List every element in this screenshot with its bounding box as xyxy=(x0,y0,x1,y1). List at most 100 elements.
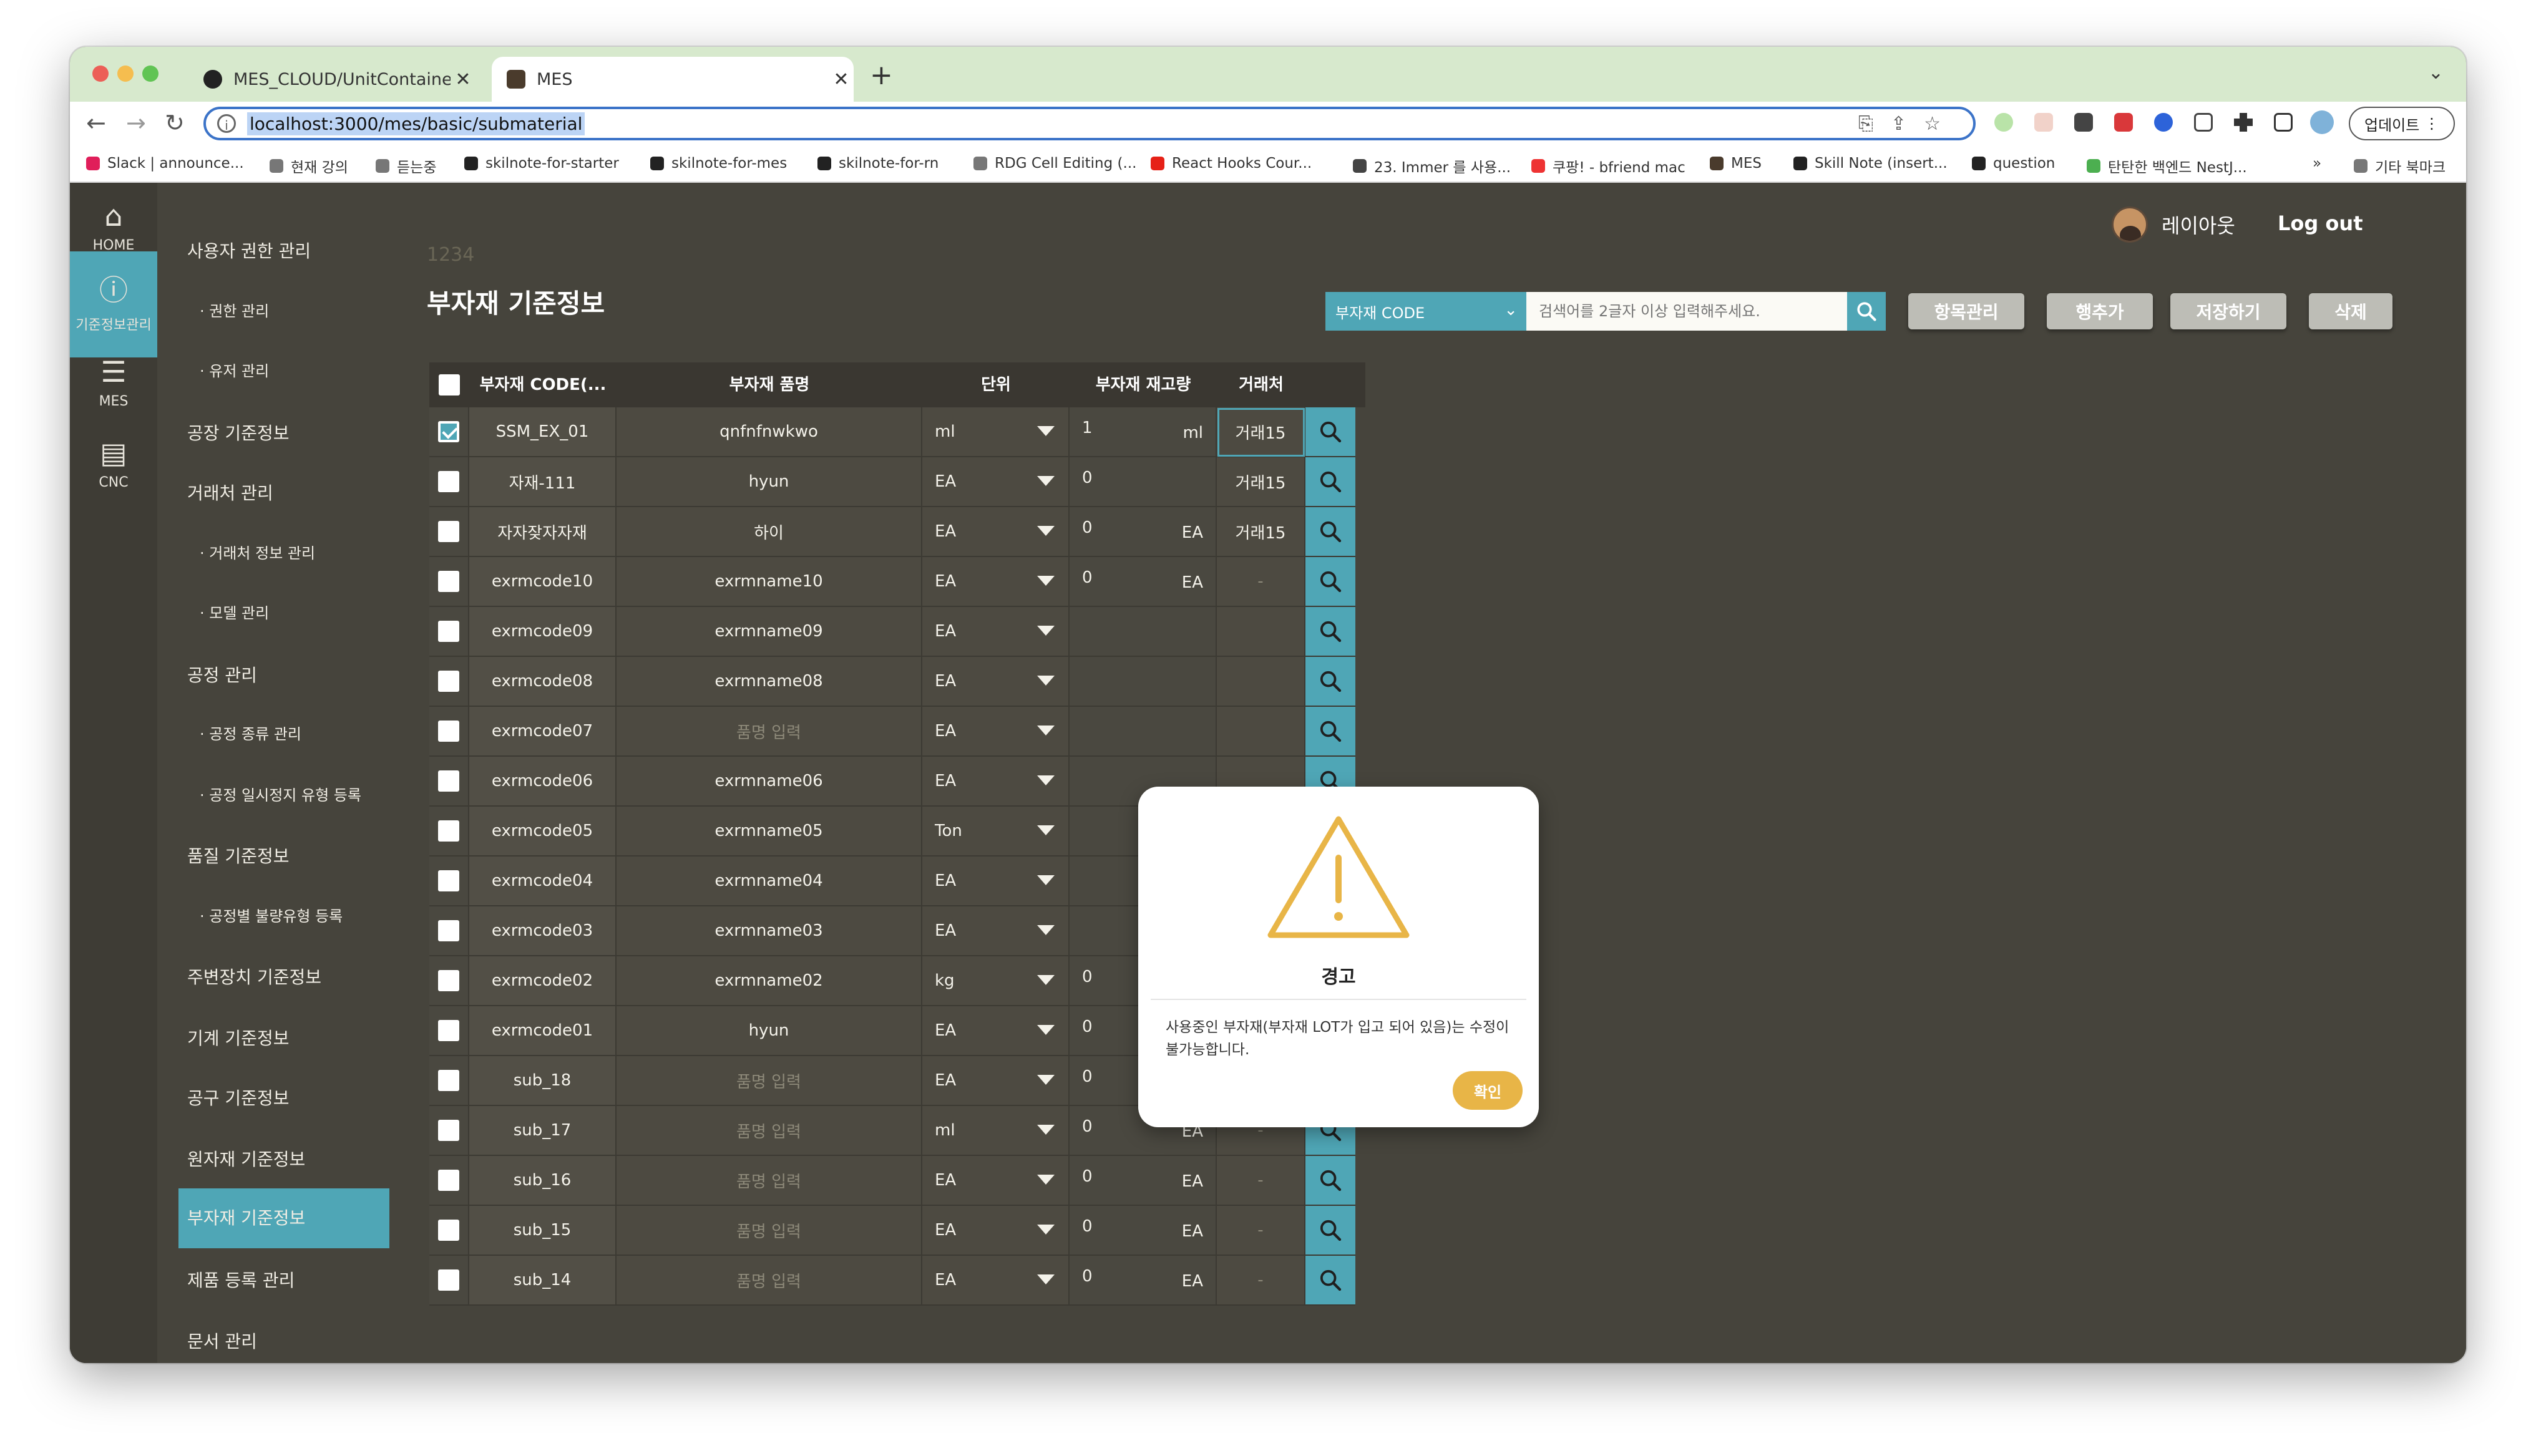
maximize-window-button[interactable] xyxy=(142,66,158,82)
code-cell[interactable]: exrmcode04 xyxy=(469,857,617,906)
side-menu-item[interactable]: · 모델 관리 xyxy=(200,601,269,623)
vendor-search-button[interactable] xyxy=(1305,707,1355,757)
side-menu-item[interactable]: 공정 관리 xyxy=(187,662,257,687)
column-header-code[interactable]: 부자재 CODE(... xyxy=(469,362,617,407)
row-checkbox[interactable] xyxy=(438,621,459,642)
side-panel-icon[interactable] xyxy=(2274,113,2293,132)
column-header-vendor[interactable]: 거래처 xyxy=(1217,362,1305,407)
table-row[interactable]: 자자잦자자재 하이 EA 0 EA 거래15 xyxy=(429,507,1365,557)
side-menu-item[interactable]: 기계 기준정보 xyxy=(187,1025,289,1050)
row-checkbox[interactable] xyxy=(438,970,459,991)
row-checkbox[interactable] xyxy=(438,870,459,891)
code-cell[interactable]: sub_14 xyxy=(469,1256,617,1306)
code-cell[interactable]: exrmcode01 xyxy=(469,1006,617,1056)
stock-cell[interactable] xyxy=(1070,707,1217,757)
row-checkbox[interactable] xyxy=(438,1170,459,1191)
name-cell[interactable]: 품명 입력 xyxy=(617,1256,922,1306)
address-bar[interactable]: i localhost:3000/mes/basic/submaterial ⎘… xyxy=(203,107,1976,140)
extensions-puzzle-icon[interactable] xyxy=(2234,113,2253,132)
vendor-cell[interactable] xyxy=(1217,657,1305,707)
code-cell[interactable]: exrmcode07 xyxy=(469,707,617,757)
search-type-select[interactable]: 부자재 CODE ⌄ xyxy=(1325,292,1526,331)
row-checkbox[interactable] xyxy=(438,1269,459,1291)
column-header-unit[interactable]: 단위 xyxy=(922,362,1070,407)
back-icon[interactable]: ← xyxy=(86,109,106,137)
column-header-stock[interactable]: 부자재 재고량 xyxy=(1070,362,1217,407)
search-input[interactable] xyxy=(1526,292,1847,331)
table-row[interactable]: exrmcode08 exrmname08 EA xyxy=(429,657,1365,707)
name-cell[interactable]: 하이 xyxy=(617,507,922,557)
vendor-cell[interactable] xyxy=(1217,607,1305,657)
bookmark-item[interactable]: RDG Cell Editing (... xyxy=(973,155,1136,172)
vendor-search-button[interactable] xyxy=(1305,1156,1355,1206)
name-cell[interactable]: 품명 입력 xyxy=(617,707,922,757)
vendor-cell[interactable]: 거래15 xyxy=(1217,457,1305,507)
row-checkbox[interactable] xyxy=(438,421,459,442)
code-cell[interactable]: SSM_EX_01 xyxy=(469,407,617,457)
extension-icon[interactable] xyxy=(2074,113,2093,132)
code-cell[interactable]: sub_15 xyxy=(469,1206,617,1256)
bookmark-item[interactable]: 23. Immer 를 사용... xyxy=(1353,155,1511,177)
vendor-search-button[interactable] xyxy=(1305,607,1355,657)
bookmark-item[interactable]: 현재 강의 xyxy=(270,155,348,177)
name-cell[interactable]: exrmname10 xyxy=(617,557,922,607)
extension-icon[interactable] xyxy=(2194,113,2213,132)
unit-select[interactable]: EA xyxy=(922,457,1070,507)
side-menu-item[interactable]: 공구 기준정보 xyxy=(187,1085,289,1110)
row-checkbox[interactable] xyxy=(438,1220,459,1241)
extension-icon[interactable] xyxy=(2034,113,2053,132)
code-cell[interactable]: exrmcode03 xyxy=(469,906,617,956)
table-row[interactable]: SSM_EX_01 qnfnfnwkwo ml 1 ml 거래15 xyxy=(429,407,1365,457)
vendor-cell[interactable]: - xyxy=(1217,1206,1305,1256)
vendor-search-button[interactable] xyxy=(1305,457,1355,507)
name-cell[interactable]: 품명 입력 xyxy=(617,1156,922,1206)
vendor-search-button[interactable] xyxy=(1305,657,1355,707)
code-cell[interactable]: exrmcode06 xyxy=(469,757,617,807)
table-row[interactable]: exrmcode10 exrmname10 EA 0 EA - xyxy=(429,557,1365,607)
side-menu-item[interactable]: 품질 기준정보 xyxy=(187,843,289,868)
name-cell[interactable]: qnfnfnwkwo xyxy=(617,407,922,457)
bookmark-item[interactable]: 탄탄한 백엔드 NestJ... xyxy=(2087,155,2247,177)
code-cell[interactable]: sub_16 xyxy=(469,1156,617,1206)
bookmark-item[interactable]: 기타 북마크 xyxy=(2354,155,2446,177)
name-cell[interactable]: exrmname02 xyxy=(617,956,922,1006)
side-menu-item[interactable]: · 공정별 불량유형 등록 xyxy=(200,904,343,926)
bookmark-item[interactable]: React Hooks Cour... xyxy=(1151,155,1312,172)
extension-icon[interactable] xyxy=(1994,113,2013,132)
table-row[interactable]: exrmcode07 품명 입력 EA xyxy=(429,707,1365,757)
code-cell[interactable]: 자재-111 xyxy=(469,457,617,507)
row-checkbox[interactable] xyxy=(438,671,459,692)
unit-select[interactable]: kg xyxy=(922,956,1070,1006)
side-menu-item[interactable]: 문서 관리 xyxy=(187,1328,257,1353)
name-cell[interactable]: exrmname03 xyxy=(617,906,922,956)
row-checkbox[interactable] xyxy=(438,471,459,492)
reload-icon[interactable]: ↻ xyxy=(165,109,185,137)
vendor-cell[interactable]: - xyxy=(1217,1256,1305,1306)
profile-avatar-icon[interactable] xyxy=(2310,110,2334,134)
table-row[interactable]: sub_16 품명 입력 EA 0 EA - xyxy=(429,1156,1365,1206)
row-checkbox[interactable] xyxy=(438,770,459,792)
table-row[interactable]: sub_14 품명 입력 EA 0 EA - xyxy=(429,1256,1365,1306)
table-row[interactable]: exrmcode09 exrmname09 EA xyxy=(429,607,1365,657)
code-cell[interactable]: exrmcode02 xyxy=(469,956,617,1006)
code-cell[interactable]: exrmcode10 xyxy=(469,557,617,607)
unit-select[interactable]: EA xyxy=(922,1256,1070,1306)
rail-item-cnc[interactable]: ▤ CNC xyxy=(70,436,157,498)
code-cell[interactable]: exrmcode09 xyxy=(469,607,617,657)
unit-select[interactable]: EA xyxy=(922,707,1070,757)
unit-select[interactable]: EA xyxy=(922,1006,1070,1056)
side-menu-item[interactable]: 제품 등록 관리 xyxy=(187,1267,295,1292)
unit-select[interactable]: EA xyxy=(922,507,1070,557)
code-cell[interactable]: exrmcode05 xyxy=(469,807,617,857)
row-checkbox[interactable] xyxy=(438,820,459,842)
name-cell[interactable]: exrmname06 xyxy=(617,757,922,807)
side-menu-item[interactable]: · 거래처 정보 관리 xyxy=(200,541,315,563)
unit-select[interactable]: EA xyxy=(922,757,1070,807)
bookmark-item[interactable]: question xyxy=(1972,155,2055,172)
table-row[interactable]: sub_15 품명 입력 EA 0 EA - xyxy=(429,1206,1365,1256)
new-tab-icon[interactable]: + xyxy=(870,59,893,91)
side-menu-item[interactable]: 거래처 관리 xyxy=(187,480,273,505)
unit-select[interactable]: EA xyxy=(922,1156,1070,1206)
side-menu-item[interactable]: · 공정 종류 관리 xyxy=(200,722,301,744)
vendor-search-button[interactable] xyxy=(1305,1256,1355,1306)
